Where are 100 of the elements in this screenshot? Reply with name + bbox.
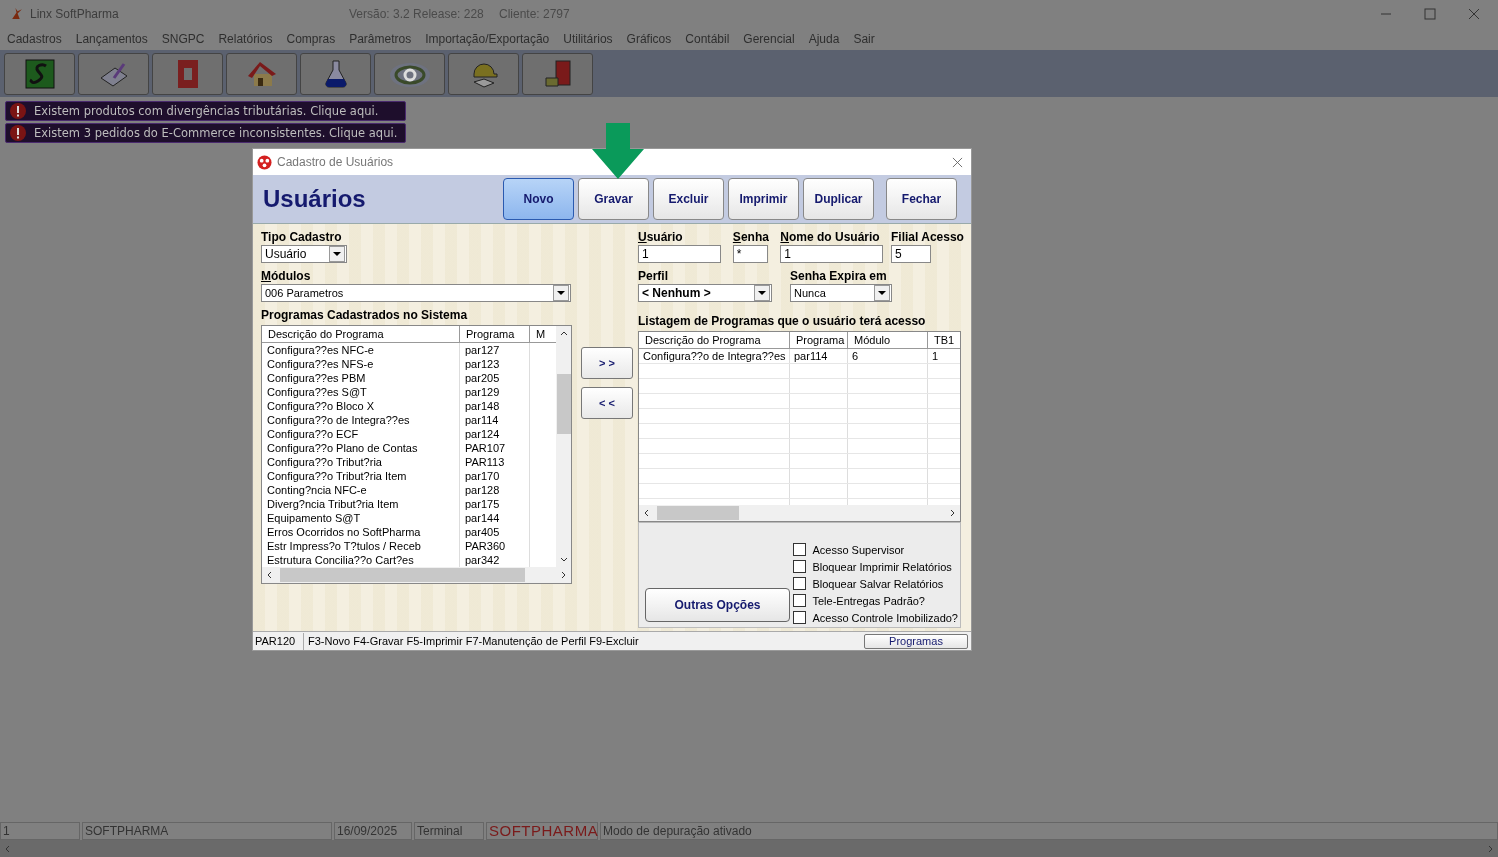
toolbar-button[interactable] (522, 52, 593, 95)
horizontal-scrollbar[interactable] (262, 567, 571, 583)
menu-item[interactable]: Utilitários (563, 31, 613, 46)
menu-item[interactable]: SNGPC (161, 31, 205, 46)
menu-item[interactable]: Lançamentos (75, 31, 148, 46)
vertical-scrollbar[interactable] (556, 326, 571, 567)
table-cell: 6 (848, 349, 928, 363)
checkbox[interactable] (793, 577, 807, 590)
maximize-icon[interactable] (1424, 7, 1436, 20)
menu-item[interactable]: Sair (853, 31, 875, 46)
table-cell: par144 (460, 511, 530, 525)
checkbox[interactable] (793, 543, 807, 556)
column-header[interactable]: Programa (460, 326, 530, 342)
scroll-up-icon[interactable] (559, 330, 568, 338)
checkbox[interactable] (793, 611, 807, 624)
toolbar-button[interactable]: Imprimir (728, 178, 799, 220)
scroll-left-icon[interactable] (643, 509, 651, 517)
table-cell: par114 (790, 349, 848, 363)
status-panel: 1 (0, 822, 80, 840)
close-icon[interactable] (1468, 7, 1480, 20)
programs-button[interactable]: Programas (864, 633, 968, 649)
scroll-thumb[interactable] (280, 568, 525, 582)
profile-dropdown[interactable]: < Nenhum > (638, 284, 772, 302)
alert-text[interactable]: Existem 3 pedidos do E-Commerce inconsistentes. Clique aqui. (34, 126, 398, 140)
table-cell: Equipamento S@T (262, 511, 460, 525)
move-button[interactable]: < < (581, 387, 633, 419)
scroll-right-icon[interactable] (559, 571, 567, 579)
table-cell: Configura??es NFC-e (262, 343, 460, 357)
alert-banner[interactable]: Existem 3 pedidos do E-Commerce inconsistentes. Clique aqui. (5, 123, 406, 143)
scroll-thumb[interactable] (657, 506, 739, 520)
status-panel: Modo de depuração ativado (600, 822, 1498, 840)
menu-item[interactable]: Contábil (685, 31, 730, 46)
checkbox-label[interactable]: Bloquear Imprimir Relatórios (812, 560, 952, 573)
menu-item[interactable]: Compras (286, 31, 336, 46)
input-field[interactable]: 1 (780, 245, 883, 263)
other-options-button[interactable]: Outras Opções (645, 588, 790, 622)
toolbar-button[interactable]: Gravar (578, 178, 649, 220)
toolbar-button[interactable] (4, 52, 75, 95)
table-cell: 1 (928, 349, 960, 363)
menu-item[interactable]: Importação/Exportação (425, 31, 550, 46)
modules-dropdown[interactable]: 006 Parametros (261, 284, 571, 302)
move-button[interactable]: > > (581, 347, 633, 379)
type-dropdown[interactable]: Usuário (261, 245, 347, 263)
checkbox-label[interactable]: Acesso Supervisor (812, 543, 905, 556)
field-label: Nome do Usuário (780, 230, 881, 245)
column-header[interactable]: Descrição do Programa (639, 332, 790, 348)
table-title: Programas Cadastrados no Sistema (261, 308, 469, 323)
app-title: Linx SoftPharma (30, 6, 120, 21)
alert-text[interactable]: Existem produtos com divergências tributárias. Clique aqui. (34, 104, 379, 118)
table-cell: par148 (460, 399, 530, 413)
menu-item[interactable]: Parâmetros (349, 31, 412, 46)
field-label: Senha Expira em (790, 269, 888, 284)
table-title: Listagem de Programas que o usuário terá acesso (638, 314, 927, 329)
checkbox-label[interactable]: Acesso Controle Imobilizado? (812, 611, 958, 624)
column-header[interactable]: TB1 (928, 332, 960, 348)
checkbox[interactable] (793, 594, 807, 607)
menu-item[interactable]: Gráficos (626, 31, 672, 46)
table-cell: Conting?ncia NFC-e (262, 483, 460, 497)
table-cell: Erros Ocorridos no SoftPharma (262, 525, 460, 539)
expiry-dropdown[interactable]: Nunca (790, 284, 892, 302)
table-cell: Configura??o Tribut?ria (262, 455, 460, 469)
menu-item[interactable]: Cadastros (7, 31, 62, 46)
table-cell: par170 (460, 469, 530, 483)
status-text: F3-Novo F4-Gravar F5-Imprimir F7-Manutenção de Perfil F9-Excluir (307, 635, 640, 647)
table-cell: Configura??es NFS-e (262, 357, 460, 371)
table-cell: Configura??o Plano de Contas (262, 441, 460, 455)
input-field[interactable]: * (732, 245, 769, 263)
table-cell: par127 (460, 343, 530, 357)
column-header[interactable]: Descrição do Programa (262, 326, 460, 342)
table-cell: PAR107 (460, 441, 530, 455)
menu-item[interactable]: Ajuda (808, 31, 840, 46)
table-cell: Configura??o Tribut?ria Item (262, 469, 460, 483)
checkbox[interactable] (793, 560, 807, 573)
horizontal-scrollbar[interactable] (639, 505, 960, 521)
alert-banner[interactable]: Existem produtos com divergências tributárias. Clique aqui. (5, 101, 406, 121)
toolbar-button[interactable] (300, 52, 371, 95)
table-cell: Configura??es S@T (262, 385, 460, 399)
table-cell: par124 (460, 427, 530, 441)
checkbox-label[interactable]: Tele-Entregas Padrão? (812, 594, 925, 607)
status-panel: SOFTPHARMA (82, 822, 332, 840)
input-field[interactable]: 5 (891, 245, 931, 263)
field-label: Senha (732, 230, 770, 245)
scroll-right-icon[interactable] (948, 509, 956, 517)
toolbar-button[interactable]: Excluir (653, 178, 724, 220)
menu-item[interactable]: Gerencial (743, 31, 795, 46)
input-field[interactable]: 1 (638, 245, 721, 263)
scroll-down-icon[interactable] (559, 555, 568, 563)
toolbar-button[interactable]: Novo (503, 178, 574, 220)
table-cell: Configura??o de Integra??es (262, 413, 460, 427)
checkbox-label[interactable]: Bloquear Salvar Relatórios (812, 577, 944, 590)
toolbar-button[interactable]: Duplicar (803, 178, 874, 220)
scroll-thumb[interactable] (556, 374, 571, 434)
scroll-left-icon[interactable] (266, 571, 274, 579)
close-icon[interactable] (952, 156, 963, 168)
toolbar-button[interactable]: Fechar (886, 178, 957, 220)
menu-item[interactable]: Relatórios (218, 31, 273, 46)
toolbar-button[interactable] (374, 52, 445, 95)
column-header[interactable]: Módulo (848, 332, 928, 348)
status-text: PAR120 (253, 632, 304, 650)
column-header[interactable]: Programa (790, 332, 848, 348)
